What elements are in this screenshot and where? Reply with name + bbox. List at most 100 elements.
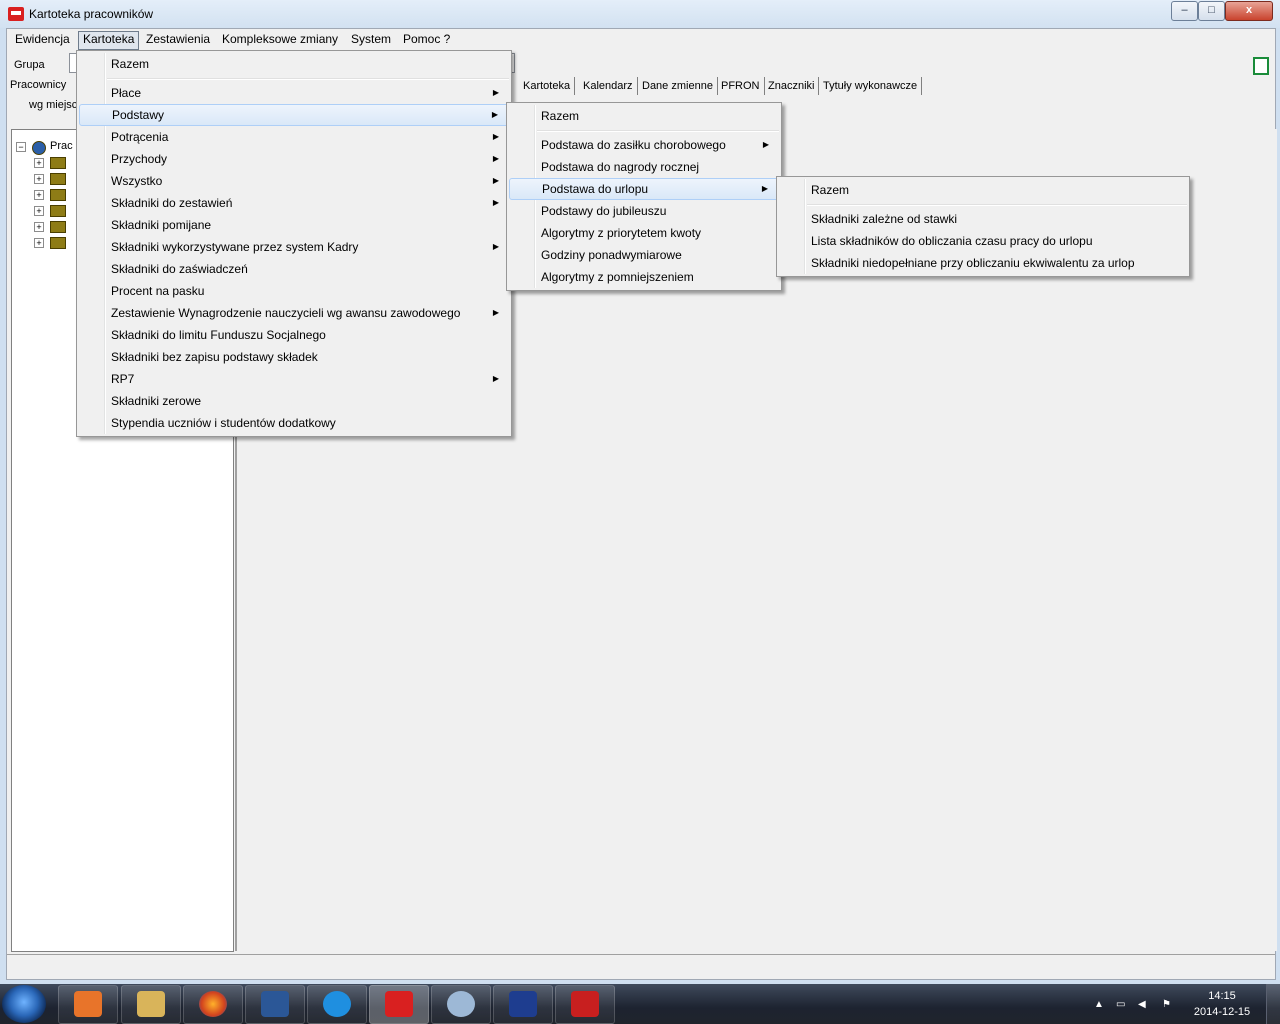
menu-item-label: Razem <box>811 183 850 197</box>
menu-item-podstawy-do-jubileuszu[interactable]: Podstawy do jubileuszu <box>509 200 779 222</box>
menu-ewidencja[interactable]: Ewidencja <box>11 31 74 48</box>
folder-icon <box>50 237 66 249</box>
taskbar-button-active[interactable] <box>369 985 429 1024</box>
taskbar-button[interactable] <box>245 985 305 1024</box>
menu-item-skladniki-zalezne-od-stawki[interactable]: Składniki zależne od stawki <box>779 208 1187 230</box>
menu-item-label: Składniki zależne od stawki <box>811 212 958 226</box>
menu-pomoc[interactable]: Pomoc ? <box>399 31 454 48</box>
by-location-label[interactable]: wg miejsc <box>29 99 77 111</box>
media-player-icon <box>74 991 102 1017</box>
tree-node[interactable]: + <box>34 204 74 218</box>
action-center-icon[interactable]: ⚑ <box>1162 999 1171 1010</box>
menu-item-label: Składniki wykorzystywane przez system Ka… <box>111 240 359 254</box>
status-bar <box>7 954 1275 977</box>
expand-icon[interactable]: + <box>34 206 44 216</box>
tab-kartoteka[interactable]: Kartoteka <box>519 77 576 95</box>
employees-tab-label[interactable]: Pracownicy <box>10 79 66 91</box>
menu-item-stypendia-uczniow-i-studentow-dodatkowy[interactable]: Stypendia uczniów i studentów dodatkowy <box>79 412 509 434</box>
menu-item-podstawa-do-urlopu[interactable]: Podstawa do urlopu ▶ <box>509 178 779 200</box>
folder-icon <box>50 221 66 233</box>
maximize-button[interactable]: □ <box>1198 1 1225 21</box>
tree-node[interactable]: + <box>34 220 74 234</box>
show-desktop-button[interactable] <box>1266 984 1280 1024</box>
menu-item-procent-na-pasku[interactable]: Procent na pasku <box>79 280 509 302</box>
menu-item-zestawienie-wynagrodzenie-nauczycieli-wg-awansu-zawodowego[interactable]: Zestawienie Wynagrodzenie nauczycieli wg… <box>79 302 509 324</box>
expand-icon[interactable]: + <box>34 222 44 232</box>
menu-item-przychody[interactable]: Przychody ▶ <box>79 148 509 170</box>
exit-door-icon[interactable] <box>1253 57 1269 75</box>
menu-item-skladniki-zerowe[interactable]: Składniki zerowe <box>79 390 509 412</box>
expand-icon[interactable]: + <box>34 158 44 168</box>
taskbar-button[interactable] <box>493 985 553 1024</box>
close-button[interactable]: x <box>1225 1 1273 21</box>
menu-item-label: Składniki do zaświadczeń <box>111 262 248 276</box>
minimize-button[interactable]: – <box>1171 1 1198 21</box>
menu-zestawienia[interactable]: Zestawienia <box>142 31 214 48</box>
tab-pfron[interactable]: PFRON <box>717 77 765 95</box>
menu-item-razem[interactable]: Razem <box>79 53 509 75</box>
menu-item-label: Składniki pomijane <box>111 218 212 232</box>
network-icon[interactable]: ▭ <box>1116 999 1125 1010</box>
menu-item-label: Razem <box>111 57 150 71</box>
taskbar-button[interactable] <box>431 985 491 1024</box>
menu-item-wszystko[interactable]: Wszystko ▶ <box>79 170 509 192</box>
menu-item-label: Algorytmy z pomniejszeniem <box>541 270 694 284</box>
menu-item-label: Składniki bez zapisu podstawy składek <box>111 350 318 364</box>
taskbar-button[interactable] <box>307 985 367 1024</box>
tab-kalendarz[interactable]: Kalendarz <box>579 77 638 95</box>
menu-item-razem[interactable]: Razem <box>779 179 1187 201</box>
submenu-arrow-icon: ▶ <box>492 88 499 97</box>
word-icon <box>261 991 289 1017</box>
menu-item-podstawa-do-nagrody-rocznej[interactable]: Podstawa do nagrody rocznej <box>509 156 779 178</box>
start-button[interactable] <box>2 985 46 1023</box>
menu-kompleksowe-zmiany[interactable]: Kompleksowe zmiany <box>218 31 342 48</box>
menu-item-godziny-ponadwymiarowe[interactable]: Godziny ponadwymiarowe <box>509 244 779 266</box>
tab-strip: Kartoteka Kalendarz Dane zmienne PFRON Z… <box>519 77 929 97</box>
menu-item-algorytmy-z-priorytetem-kwoty[interactable]: Algorytmy z priorytetem kwoty <box>509 222 779 244</box>
expand-icon[interactable]: + <box>34 174 44 184</box>
menu-item-algorytmy-z-pomniejszeniem[interactable]: Algorytmy z pomniejszeniem <box>509 266 779 288</box>
menu-item-razem[interactable]: Razem <box>509 105 779 127</box>
tree-node[interactable]: + <box>34 172 74 186</box>
expand-icon[interactable]: + <box>34 190 44 200</box>
menu-item-label: Płace <box>111 86 142 100</box>
taskbar-button[interactable] <box>555 985 615 1024</box>
menu-kartoteka[interactable]: Kartoteka <box>78 31 140 50</box>
menu-item-place[interactable]: Płace ▶ <box>79 82 509 104</box>
tray-arrow-icon[interactable]: ▲ <box>1094 999 1104 1010</box>
tab-dane-zmienne[interactable]: Dane zmienne <box>638 77 718 95</box>
tab-znaczniki[interactable]: Znaczniki <box>764 77 820 95</box>
submenu-arrow-icon: ▶ <box>492 308 499 317</box>
menu-item-potracenia[interactable]: Potrącenia ▶ <box>79 126 509 148</box>
menu-item-podstawy[interactable]: Podstawy ▶ <box>79 104 509 126</box>
tree-root-label: Prac <box>50 140 73 152</box>
menu-item-skladniki-do-limitu-funduszu-socjalnego[interactable]: Składniki do limitu Funduszu Socjalnego <box>79 324 509 346</box>
menu-item-skladniki-bez-zapisu-podstawy-skladek[interactable]: Składniki bez zapisu podstawy składek <box>79 346 509 368</box>
menu-item-podstawa-do-zasilku-chorobowego[interactable]: Podstawa do zasiłku chorobowego ▶ <box>509 134 779 156</box>
taskbar-button[interactable] <box>58 985 118 1024</box>
menu-bar: Ewidencja Kartoteka Zestawienia Kompleks… <box>7 29 1275 50</box>
expand-icon[interactable]: + <box>34 238 44 248</box>
tree-node[interactable]: + <box>34 156 74 170</box>
menu-system[interactable]: System <box>347 31 395 48</box>
tree-node[interactable]: + <box>34 188 74 202</box>
folder-icon <box>50 205 66 217</box>
taskbar-button[interactable] <box>121 985 181 1024</box>
menu-item-skladniki-pomijane[interactable]: Składniki pomijane <box>79 214 509 236</box>
menu-item-skladniki-niedopelniane-przy-obliczaniu-ekwiwalentu-za-urlop[interactable]: Składniki niedopełniane przy obliczaniu … <box>779 252 1187 274</box>
submenu-arrow-icon: ▶ <box>491 110 498 119</box>
clock[interactable]: 14:15 2014-12-15 <box>1190 988 1254 1020</box>
menu-item-skladniki-do-zestawien[interactable]: Składniki do zestawień ▶ <box>79 192 509 214</box>
tree-node[interactable]: + <box>34 236 74 250</box>
volume-icon[interactable]: ◀ <box>1138 999 1146 1010</box>
menu-item-lista-skladnikow-do-obliczania-czasu-pracy-do-urlopu[interactable]: Lista składników do obliczania czasu pra… <box>779 230 1187 252</box>
taskbar-button[interactable] <box>183 985 243 1024</box>
menu-item-label: Składniki do zestawień <box>111 196 233 210</box>
tab-tytuly-wykonawcze[interactable]: Tytuły wykonawcze <box>819 77 923 95</box>
collapse-icon[interactable]: − <box>16 142 26 152</box>
menu-item-rp7[interactable]: RP7 ▶ <box>79 368 509 390</box>
menu-item-skladniki-do-zaswiadczen[interactable]: Składniki do zaświadczeń <box>79 258 509 280</box>
menu-item-skladniki-wykorzystywane-przez-system-kadry[interactable]: Składniki wykorzystywane przez system Ka… <box>79 236 509 258</box>
menu-item-label: Podstawy do jubileuszu <box>541 204 667 218</box>
p-app-icon <box>509 991 537 1017</box>
